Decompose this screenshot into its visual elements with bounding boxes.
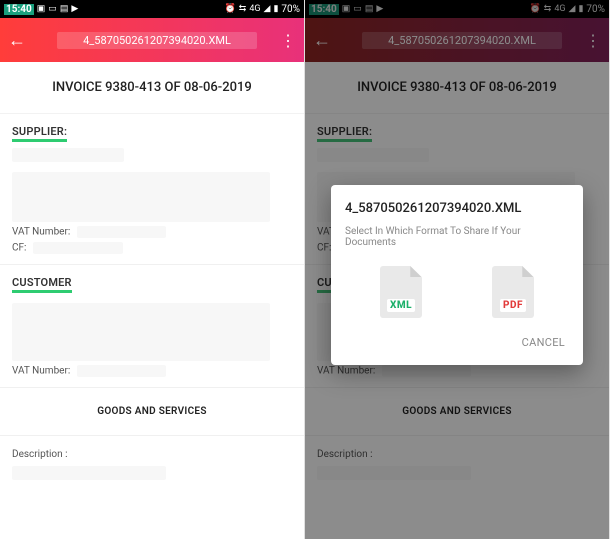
dialog-options: XML PDF: [345, 266, 569, 318]
redacted-block: [12, 303, 270, 361]
share-as-pdf[interactable]: PDF: [492, 266, 534, 318]
screen-left: 15:40 ▣ ▭ ▤ ▶ ⏰ ⇆ 4G ◢ ▮ 70% ← 4_5870502…: [0, 0, 305, 539]
supplier-section: SUPPLIER: VAT Number: CF:: [0, 114, 304, 265]
battery-icon: ▮: [273, 4, 278, 14]
invoice-title: INVOICE 9380-413 OF 08-06-2019: [0, 62, 304, 114]
notif-icon: ▤: [60, 4, 69, 14]
status-time: 15:40: [4, 4, 34, 15]
notif-icon: ▣: [37, 4, 46, 14]
share-dialog: 4_587050261207394020.XML Select In Which…: [331, 185, 583, 365]
pdf-icon: PDF: [500, 299, 526, 312]
supplier-label: SUPPLIER:: [12, 125, 67, 142]
xml-icon: XML: [387, 299, 415, 312]
redacted-block: [33, 242, 123, 254]
vat-row: VAT Number:: [12, 226, 292, 238]
dialog-subtitle: Select In Which Format To Share If Your …: [345, 226, 569, 248]
status-bar: 15:40 ▣ ▭ ▤ ▶ ⏰ ⇆ 4G ◢ ▮ 70%: [0, 0, 304, 18]
vat-label: VAT Number:: [12, 227, 70, 238]
redacted-block: [77, 365, 167, 377]
signal-icon: ◢: [264, 4, 271, 14]
share-as-xml[interactable]: XML: [380, 266, 422, 318]
vat-row-cust: VAT Number:: [12, 365, 292, 377]
net-label: 4G: [249, 4, 260, 14]
app-bar: ← 4_587050261207394020.XML ⋮: [0, 18, 304, 62]
description-label: Description :: [12, 449, 68, 460]
dialog-title: 4_587050261207394020.XML: [345, 201, 569, 216]
redacted-block: [12, 172, 270, 222]
description-section: Description :: [0, 436, 304, 490]
cancel-button[interactable]: CANCEL: [518, 330, 569, 355]
redacted-block: [77, 226, 167, 238]
invoice-content: INVOICE 9380-413 OF 08-06-2019 SUPPLIER:…: [0, 62, 304, 539]
cf-row: CF:: [12, 242, 292, 254]
more-button[interactable]: ⋮: [278, 31, 296, 50]
back-button[interactable]: ←: [8, 30, 36, 51]
redacted-block: [12, 148, 124, 162]
cf-label: CF:: [12, 243, 26, 254]
sync-icon: ⇆: [239, 4, 247, 14]
appbar-title: 4_587050261207394020.XML: [57, 32, 257, 49]
screen-right: 15:40 ▣ ▭ ▤ ▶ ⏰ ⇆ 4G ◢ ▮ 70% ← 4_5870502…: [305, 0, 610, 539]
redacted-block: [12, 466, 166, 480]
notif-icon: ▭: [48, 4, 57, 14]
play-icon: ▶: [71, 4, 78, 14]
goods-heading: GOODS AND SERVICES: [0, 388, 304, 436]
vat-label: VAT Number:: [12, 366, 70, 377]
customer-label: CUSTOMER: [12, 276, 72, 293]
customer-section: CUSTOMER VAT Number:: [0, 265, 304, 388]
battery-pct: 70%: [281, 4, 300, 15]
alarm-icon: ⏰: [225, 4, 236, 14]
